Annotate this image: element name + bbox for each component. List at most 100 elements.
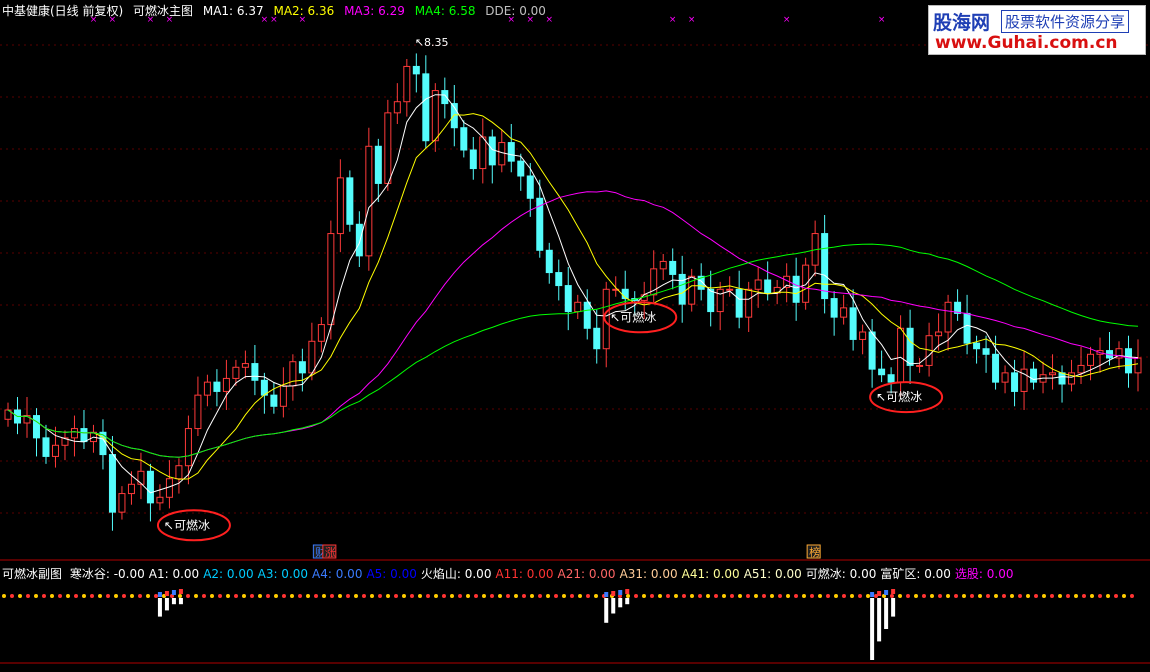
high-price-label: ↖8.35: [415, 36, 449, 49]
candle-body: [1068, 372, 1076, 385]
tag-label: 涨: [325, 546, 336, 559]
baseline-dot: [690, 594, 694, 598]
sub-spike-bar: [164, 598, 169, 611]
baseline-dot: [1034, 594, 1038, 598]
baseline-dot: [586, 594, 590, 598]
baseline-dot: [218, 594, 222, 598]
legend-ma3: MA3: 6.29: [344, 4, 405, 18]
ma-line-ma2: [7, 113, 1139, 480]
candle-body: [726, 288, 734, 291]
sub-spike-bar: [178, 598, 183, 605]
candle-body: [251, 363, 259, 381]
candle-body: [213, 381, 221, 392]
baseline-dot: [914, 594, 918, 598]
baseline-dot: [906, 594, 910, 598]
sub-spike-bar: [611, 598, 616, 614]
sub-legend-item: A2: 0.00: [203, 567, 254, 581]
candle-body: [574, 301, 582, 313]
baseline-dot: [1050, 594, 1054, 598]
candle-body: [498, 142, 506, 166]
baseline-dot: [898, 594, 902, 598]
candle-body: [992, 353, 1000, 383]
candle-body: [849, 307, 857, 340]
baseline-dot: [818, 594, 822, 598]
baseline-dot: [354, 594, 358, 598]
candle-body: [460, 127, 468, 151]
sub-legend-item: A11: 0.00: [495, 567, 554, 581]
candle-body: [203, 381, 211, 396]
baseline-dot: [546, 594, 550, 598]
logo-slogan: 股票软件资源分享: [1001, 10, 1130, 33]
candle-body: [564, 285, 572, 313]
baseline-dot: [778, 594, 782, 598]
baseline-dot: [274, 594, 278, 598]
baseline-dot: [1058, 594, 1062, 598]
baseline-dot: [930, 594, 934, 598]
baseline-dot: [466, 594, 470, 598]
baseline-dot: [1002, 594, 1006, 598]
candle-body: [802, 264, 810, 303]
baseline-dot: [10, 594, 14, 598]
baseline-dot: [1130, 594, 1134, 598]
baseline-dot: [634, 594, 638, 598]
candle-body: [916, 364, 924, 367]
top-marker: ×: [669, 15, 677, 25]
candle-body: [859, 331, 867, 340]
sub-spike-bar: [157, 598, 162, 617]
baseline-dot: [626, 594, 630, 598]
baseline-dot: [90, 594, 94, 598]
baseline-dot: [1090, 594, 1094, 598]
baseline-dot: [474, 594, 478, 598]
baseline-dot: [178, 594, 182, 598]
top-marker: ×: [878, 15, 886, 25]
baseline-dot: [50, 594, 54, 598]
candle-body: [517, 160, 525, 177]
baseline-dot: [426, 594, 430, 598]
candle-body: [279, 385, 287, 407]
top-marker: ×: [783, 15, 791, 25]
candle-body: [944, 301, 952, 333]
baseline-dot: [258, 594, 262, 598]
candle-body: [51, 444, 59, 457]
baseline-dot: [858, 594, 862, 598]
sub-spike-cap: [870, 592, 875, 597]
baseline-dot: [434, 594, 438, 598]
candle-body: [1058, 372, 1066, 385]
candle-body: [1011, 372, 1019, 392]
baseline-dot: [978, 594, 982, 598]
baseline-dot: [650, 594, 654, 598]
sub-legend-item: A31: 0.00: [619, 567, 678, 581]
baseline-dot: [962, 594, 966, 598]
candle-body: [659, 260, 667, 270]
candle-body: [507, 142, 515, 162]
baseline-dot: [26, 594, 30, 598]
baseline-dot: [1106, 594, 1110, 598]
candle-body: [1030, 368, 1038, 383]
sub-legend-item: A5: 0.00: [366, 567, 417, 581]
baseline-dot: [146, 594, 150, 598]
sub-spike-cap: [618, 590, 623, 595]
legend-ma4: MA4: 6.58: [414, 4, 476, 18]
sub-spike-cap: [877, 591, 882, 596]
baseline-dot: [58, 594, 62, 598]
candle-body: [669, 260, 677, 275]
baseline-dot: [578, 594, 582, 598]
candle-body: [308, 340, 316, 374]
baseline-dot: [482, 594, 486, 598]
sub-legend-item: 可燃冰: 0.00: [805, 567, 877, 581]
site-logo: 股海网 股票软件资源分享 www.Guhai.com.cn: [928, 5, 1146, 55]
baseline-dot: [106, 594, 110, 598]
candle-body: [887, 374, 895, 383]
sub-spike-bar: [604, 598, 609, 623]
baseline-dot: [786, 594, 790, 598]
ma-line-ma1: [7, 94, 1139, 494]
baseline-dot: [794, 594, 798, 598]
candle-body: [317, 324, 325, 342]
candle-body: [298, 361, 306, 374]
candle-body: [184, 428, 192, 467]
candle-body: [374, 145, 382, 184]
baseline-dot: [394, 594, 398, 598]
baseline-dot: [154, 594, 158, 598]
baseline-dot: [722, 594, 726, 598]
top-marker: ×: [688, 15, 696, 25]
